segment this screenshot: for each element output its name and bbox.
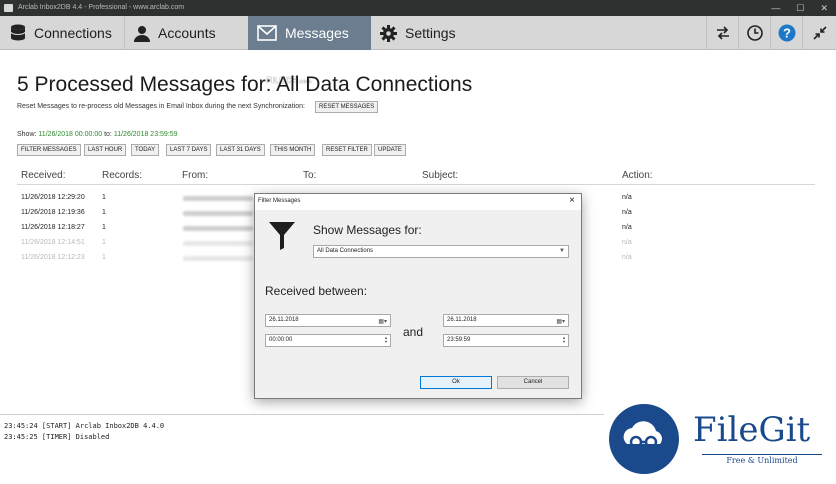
reset-filter-button[interactable]: RESET FILTER: [322, 144, 372, 156]
dialog-titlebar: Filter Messages ×: [255, 194, 581, 210]
received-between-label: Received between:: [265, 284, 368, 298]
maximize-icon[interactable]: ☐: [796, 0, 804, 16]
gear-icon: [380, 24, 397, 42]
redacted-from: [183, 196, 253, 201]
date-from-link[interactable]: 11/26/2018 00:00:00: [38, 131, 102, 138]
clock-icon: [746, 25, 763, 41]
last-7-days-button[interactable]: LAST 7 DAYS: [166, 144, 212, 156]
calendar-dropdown-icon: ▦▾: [556, 319, 565, 325]
log-line: 23:45:25 [TIMER] Disabled: [4, 433, 110, 441]
date-to-link[interactable]: 11/26/2018 23:59:59: [114, 131, 178, 138]
filegit-watermark: FileGit Free & Unlimited: [604, 396, 836, 484]
filter-messages-button[interactable]: FILTER MESSAGES: [17, 144, 81, 156]
from-date-picker[interactable]: 26.11.2018 ▦▾: [265, 314, 391, 327]
dialog-close-icon[interactable]: ×: [569, 195, 575, 206]
main-toolbar: Connections Accounts Messages Settings ?: [0, 16, 836, 50]
filegit-tagline: Free & Unlimited: [702, 454, 822, 465]
last-hour-button[interactable]: LAST HOUR: [84, 144, 127, 156]
redacted-from: [183, 226, 253, 231]
tab-accounts[interactable]: Accounts: [125, 16, 247, 50]
help-button[interactable]: ?: [770, 16, 802, 50]
tab-settings[interactable]: Settings: [372, 16, 496, 50]
tab-connections-label: Connections: [34, 25, 112, 41]
show-messages-for-label: Show Messages for:: [313, 223, 422, 237]
last-31-days-button[interactable]: LAST 31 DAYS: [216, 144, 265, 156]
col-received[interactable]: Received:: [21, 170, 65, 181]
calendar-dropdown-icon: ▦▾: [378, 319, 387, 325]
filegit-name: FileGit: [693, 410, 811, 450]
tab-messages-label: Messages: [285, 25, 349, 41]
show-prefix: Show:: [17, 131, 37, 138]
log-line: 23:45:24 [START] Arclab Inbox2DB 4.4.0: [4, 422, 165, 430]
page-title: 5 Processed Messages for: All Data Conne…: [17, 73, 473, 96]
connection-select[interactable]: All Data Connections ▼: [313, 245, 569, 258]
collapse-button[interactable]: [802, 16, 836, 50]
minimize-icon[interactable]: —: [771, 0, 780, 16]
to-word: to:: [104, 131, 112, 138]
tab-connections[interactable]: Connections: [0, 16, 124, 50]
collapse-icon: [812, 26, 827, 40]
from-time-field[interactable]: 00:00:00 ▲ ▼: [265, 334, 391, 347]
database-icon: [10, 24, 26, 41]
this-month-button[interactable]: THIS MONTH: [270, 144, 316, 156]
tab-accounts-label: Accounts: [158, 25, 216, 41]
redacted-from: [183, 256, 253, 261]
app-icon: [4, 4, 13, 12]
col-to[interactable]: To:: [303, 170, 316, 181]
tab-settings-label: Settings: [405, 25, 456, 41]
swap-arrows-icon: [716, 26, 729, 40]
and-label: and: [403, 325, 424, 339]
col-from[interactable]: From:: [182, 170, 208, 181]
schedule-button[interactable]: [738, 16, 770, 50]
tab-messages[interactable]: Messages: [248, 16, 371, 50]
col-records[interactable]: Records:: [102, 170, 142, 181]
to-date-picker[interactable]: 26.11.2018 ▦▾: [443, 314, 569, 327]
window-title: Arclab Inbox2DB 4.4 - Professional - www…: [18, 4, 185, 11]
close-icon[interactable]: ✕: [820, 0, 828, 16]
filegit-logo: [609, 404, 679, 474]
filter-messages-dialog: Filter Messages × Show Messages for: All…: [254, 193, 582, 399]
update-button[interactable]: UPDATE: [374, 144, 406, 156]
spinner-icon[interactable]: ▲ ▼: [383, 336, 389, 345]
to-time-field[interactable]: 23:59:59 ▲ ▼: [443, 334, 569, 347]
user-icon: [134, 25, 150, 42]
svg-text:?: ?: [783, 26, 791, 41]
date-range-line: Show: 11/26/2018 00:00:00 to: 11/26/2018…: [17, 131, 178, 138]
dialog-title: Filter Messages: [258, 198, 301, 204]
col-action[interactable]: Action:: [622, 170, 653, 181]
reset-description: Reset Messages to re-process old Message…: [17, 103, 305, 110]
col-subject[interactable]: Subject:: [422, 170, 458, 181]
envelope-icon: [257, 25, 277, 41]
filter-funnel-icon: [269, 222, 295, 250]
cancel-button[interactable]: Cancel: [497, 376, 569, 389]
redacted-from: [183, 211, 253, 216]
today-button[interactable]: TODAY: [131, 144, 160, 156]
help-icon: ?: [778, 24, 795, 42]
redacted-from: [183, 241, 253, 246]
reset-messages-button[interactable]: RESET MESSAGES: [315, 101, 379, 113]
swap-button[interactable]: [706, 16, 738, 50]
chevron-down-icon: ▼: [559, 248, 565, 254]
ok-button[interactable]: Ok: [420, 376, 492, 389]
window-titlebar: Arclab Inbox2DB 4.4 - Professional - www…: [0, 0, 836, 16]
spinner-icon[interactable]: ▲ ▼: [561, 336, 567, 345]
